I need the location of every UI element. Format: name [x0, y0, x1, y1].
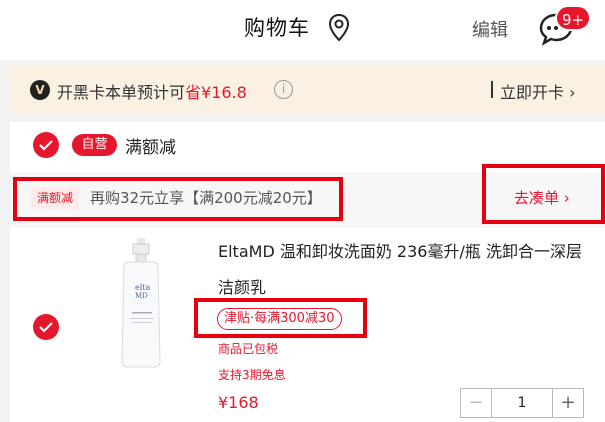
shop-name: 满额减 [125, 138, 176, 158]
message-count-badge: 9+ [555, 5, 592, 31]
checkmark-icon [39, 140, 53, 151]
promo-tag: 满额减 [31, 187, 79, 209]
page-title: 购物车 [244, 16, 310, 40]
tax-included-note: 商品已包税 [218, 342, 279, 356]
divider [491, 81, 493, 98]
product-brand-text: elta [135, 283, 151, 292]
vip-savings-prefix: 开黑卡本单预计可 [57, 83, 186, 102]
open-card-label: 立即开卡 [500, 83, 565, 102]
checkmark-icon [39, 322, 53, 333]
item-select-checkbox[interactable] [33, 314, 59, 340]
subsidy-tag: 津贴·每满300减30 [217, 308, 342, 330]
promo-text: 再购32元立享【满200元减20元】 [90, 189, 322, 207]
vip-card-banner[interactable]: V 开黑卡本单预计可省¥16.8 i 立即开卡 › [10, 66, 605, 114]
chevron-right-icon: › [563, 189, 570, 207]
quantity-stepper: − 1 + [460, 388, 584, 418]
installment-note: 支持3期免息 [218, 368, 286, 382]
location-icon[interactable] [328, 13, 350, 43]
decrease-quantity-button[interactable]: − [461, 389, 491, 417]
increase-quantity-button[interactable]: + [553, 389, 583, 417]
vip-savings-amount: 省¥16.8 [185, 83, 247, 102]
top-bar: 购物车 编辑 9+ [0, 0, 605, 60]
product-title[interactable]: EltaMD 温和卸妆洗面奶 236毫升/瓶 洗卸合一深层洁颜乳 [218, 234, 593, 306]
vip-savings-text: 开黑卡本单预计可省¥16.8 [57, 79, 247, 103]
self-operated-tag: 自营 [72, 134, 117, 156]
quantity-input[interactable]: 1 [491, 389, 553, 417]
promotion-row: 满额减 再购32元立享【满200元减20元】 去凑单 › [10, 164, 605, 228]
cart-item: elta MD EltaMD 温和卸妆洗面奶 236毫升/瓶 洗卸合一深层洁颜乳… [10, 228, 605, 422]
info-icon[interactable]: i [274, 80, 293, 99]
vip-logo-icon: V [30, 80, 50, 100]
product-image[interactable]: elta MD [86, 236, 196, 371]
chevron-right-icon: › [569, 83, 576, 102]
open-card-link[interactable]: 立即开卡 › [500, 79, 576, 103]
product-price: ¥168 [218, 393, 259, 412]
add-items-link[interactable]: 去凑单 › [514, 187, 570, 208]
add-items-label: 去凑单 [514, 189, 560, 207]
shop-select-checkbox[interactable] [33, 132, 59, 158]
edit-button[interactable]: 编辑 [472, 16, 508, 42]
product-brand-text-2: MD [135, 292, 148, 300]
